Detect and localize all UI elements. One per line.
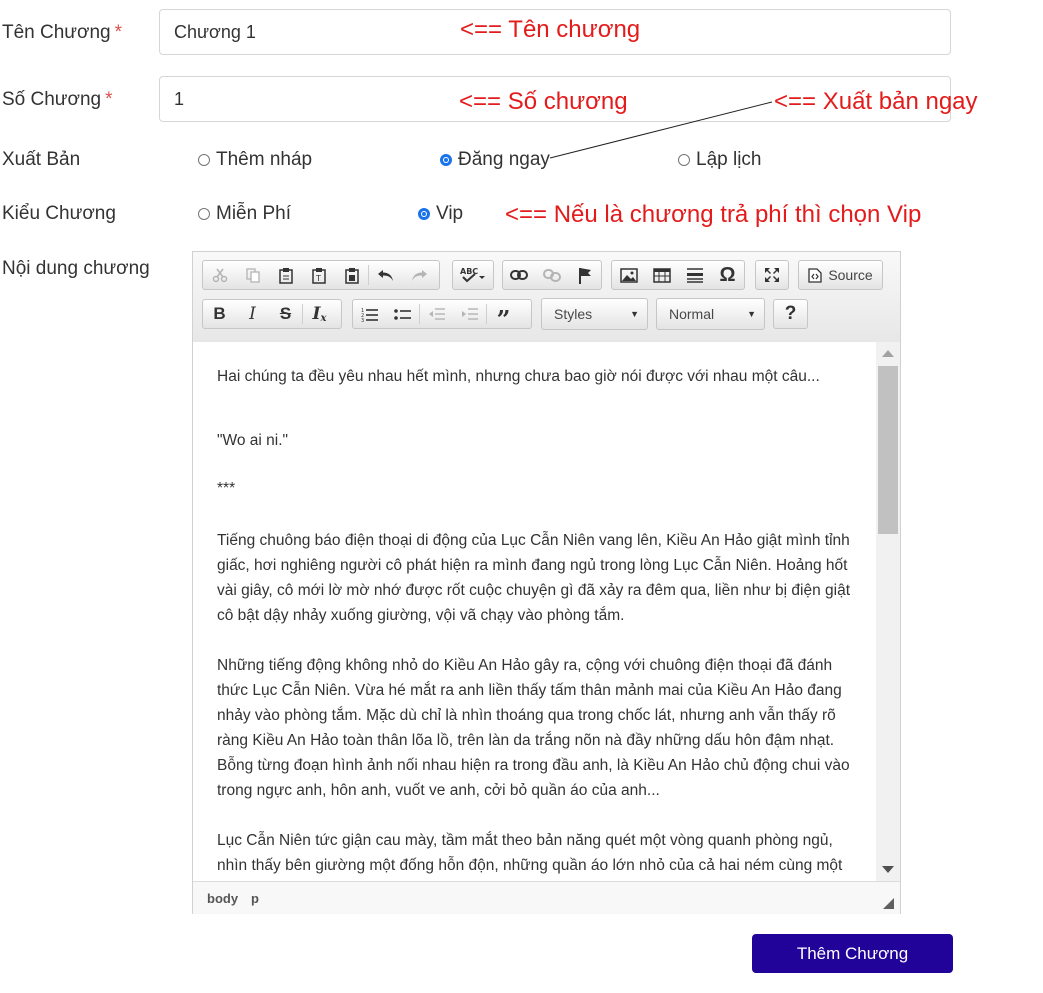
numbered-list-icon[interactable]: 123 bbox=[353, 300, 386, 328]
paragraph: Hai chúng ta đều yêu nhau hết mình, nhưn… bbox=[217, 368, 820, 385]
image-icon[interactable] bbox=[612, 261, 645, 289]
link-icon[interactable] bbox=[503, 261, 536, 289]
insert-group: Ω bbox=[611, 260, 745, 290]
radio-dang-ngay[interactable]: Đăng ngay bbox=[440, 149, 550, 171]
radio-mien-phi[interactable]: Miễn Phí bbox=[198, 203, 291, 225]
chevron-down-icon: ▼ bbox=[630, 309, 639, 319]
spellcheck-icon[interactable]: ABC bbox=[453, 261, 493, 289]
spellcheck-group: ABC bbox=[452, 260, 494, 290]
path-body[interactable]: body bbox=[207, 891, 238, 906]
styles-label: Styles bbox=[554, 306, 593, 322]
paste-word-icon[interactable] bbox=[335, 261, 368, 289]
radio-circle[interactable] bbox=[198, 208, 210, 220]
link-group bbox=[502, 260, 602, 290]
scroll-down-icon[interactable] bbox=[882, 866, 894, 873]
editor-toolbar: T ABC Ω Source B I S I x 1 2 3 ” Styles … bbox=[193, 252, 900, 343]
radio-circle-checked[interactable] bbox=[418, 208, 430, 220]
redo-icon[interactable] bbox=[402, 261, 435, 289]
italic-icon[interactable]: I bbox=[236, 300, 269, 328]
help-group: ? bbox=[773, 299, 808, 329]
radio-circle[interactable] bbox=[198, 154, 210, 166]
them-chuong-button[interactable]: Thêm Chương bbox=[752, 934, 953, 973]
maximize-icon[interactable] bbox=[756, 261, 788, 289]
bold-icon[interactable]: B bbox=[203, 300, 236, 328]
radio-lap-lich[interactable]: Lập lịch bbox=[678, 149, 762, 171]
paragraph-group: 123 ” bbox=[352, 299, 532, 334]
blockquote-icon[interactable]: ” bbox=[487, 295, 520, 334]
anchor-icon[interactable] bbox=[568, 261, 601, 289]
scrollbar-thumb[interactable] bbox=[878, 366, 898, 534]
paragraph: Lục Cẫn Niên tức giận cau mày, tầm mắt t… bbox=[217, 832, 843, 874]
chevron-down-icon: ▼ bbox=[747, 309, 756, 319]
radio-label: Lập lịch bbox=[696, 149, 762, 170]
annotation-vip: <== Nếu là chương trả phí thì chọn Vip bbox=[505, 201, 922, 228]
radio-label: Miễn Phí bbox=[216, 203, 291, 224]
cut-icon[interactable] bbox=[203, 261, 236, 289]
paragraph: "Wo ai ni." bbox=[217, 432, 289, 449]
paragraph: Tiếng chuông báo điện thoại di động của … bbox=[217, 532, 851, 624]
xuat-ban-label: Xuất Bản bbox=[2, 149, 81, 170]
copy-icon[interactable] bbox=[236, 261, 269, 289]
format-label: Normal bbox=[669, 306, 715, 322]
radio-circle-checked[interactable] bbox=[440, 154, 452, 166]
source-label: Source bbox=[828, 267, 873, 283]
table-icon[interactable] bbox=[645, 261, 678, 289]
special-char-icon[interactable]: Ω bbox=[711, 261, 744, 289]
radio-label: Vip bbox=[436, 203, 464, 224]
paste-icon[interactable] bbox=[269, 261, 302, 289]
paste-text-icon[interactable]: T bbox=[302, 261, 335, 289]
paragraph: Những tiếng động không nhỏ do Kiều An Hả… bbox=[217, 657, 850, 799]
svg-text:T: T bbox=[315, 274, 321, 283]
radio-vip[interactable]: Vip bbox=[418, 203, 463, 225]
radio-label: Thêm nháp bbox=[216, 149, 313, 170]
maximize-group bbox=[755, 260, 789, 290]
undo-icon[interactable] bbox=[369, 261, 402, 289]
scroll-up-icon[interactable] bbox=[882, 350, 894, 357]
radio-circle[interactable] bbox=[678, 154, 690, 166]
remove-format-icon[interactable]: Ix bbox=[303, 300, 336, 328]
bulleted-list-icon[interactable] bbox=[386, 300, 419, 328]
svg-text:3: 3 bbox=[361, 318, 364, 322]
outdent-icon[interactable] bbox=[420, 300, 453, 328]
editor-content[interactable]: Hai chúng ta đều yêu nhau hết mình, nhưn… bbox=[193, 342, 876, 881]
format-dropdown[interactable]: Normal ▼ bbox=[656, 298, 765, 330]
path-p[interactable]: p bbox=[251, 891, 259, 906]
paragraph: *** bbox=[217, 480, 236, 497]
element-path-bar: body p bbox=[193, 881, 900, 914]
unlink-icon[interactable] bbox=[536, 261, 569, 289]
basic-styles-group: B I S Ix bbox=[202, 299, 342, 329]
horizontal-rule-icon[interactable] bbox=[678, 261, 711, 289]
source-group: Source bbox=[798, 260, 883, 290]
clipboard-group: T bbox=[202, 260, 440, 290]
help-icon[interactable]: ? bbox=[774, 300, 807, 328]
source-button[interactable]: Source bbox=[799, 261, 882, 289]
editor-scrollbar[interactable] bbox=[876, 342, 900, 881]
noi-dung-label: Nội dung chương bbox=[2, 258, 150, 279]
styles-dropdown[interactable]: Styles ▼ bbox=[541, 298, 648, 330]
source-icon bbox=[808, 267, 822, 283]
radio-label: Đăng ngay bbox=[458, 149, 550, 170]
radio-them-nhap[interactable]: Thêm nháp bbox=[198, 149, 312, 171]
kieu-chuong-label: Kiểu Chương bbox=[2, 203, 116, 224]
strike-icon[interactable]: S bbox=[269, 300, 302, 328]
rich-text-editor: T ABC Ω Source B I S I x 1 2 3 ” Styles … bbox=[192, 251, 901, 914]
resize-handle-icon[interactable] bbox=[883, 898, 894, 909]
indent-icon[interactable] bbox=[453, 300, 486, 328]
